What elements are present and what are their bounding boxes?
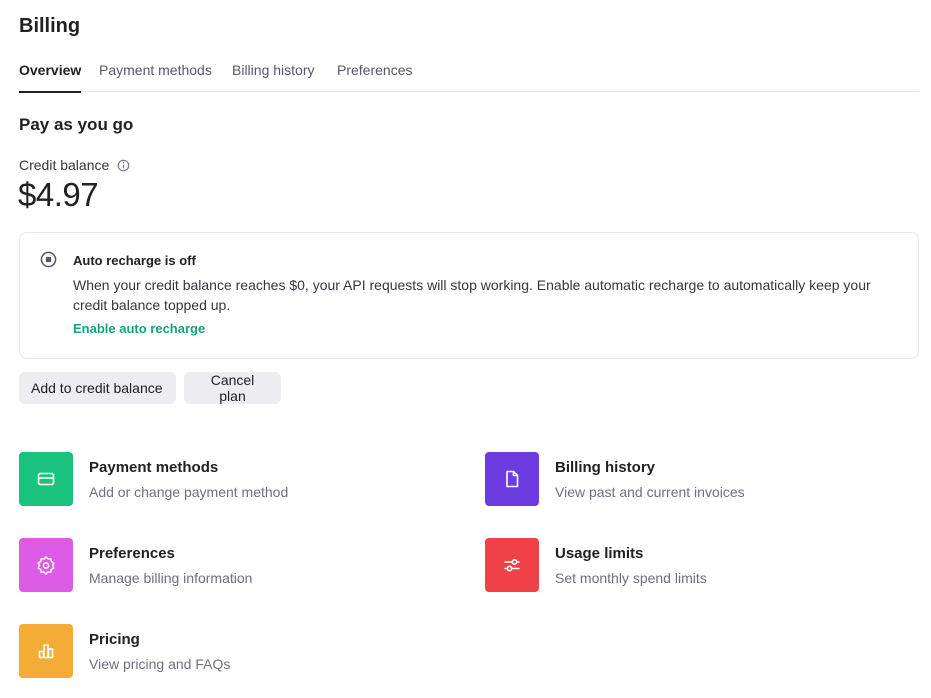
billing-history-card[interactable]: Billing history View past and current in… [485, 452, 885, 506]
credit-balance-label: Credit balance [19, 157, 130, 173]
pricing-title: Pricing [89, 631, 140, 648]
usage-limits-subtitle: Set monthly spend limits [555, 570, 707, 586]
usage-limits-card[interactable]: Usage limits Set monthly spend limits [485, 538, 885, 592]
usage-limits-title: Usage limits [555, 545, 644, 562]
info-icon[interactable] [117, 159, 130, 172]
billing-tabs: Overview Payment methods Billing history… [19, 62, 919, 93]
billing-history-tile [485, 452, 539, 506]
usage-limits-tile [485, 538, 539, 592]
document-icon [506, 470, 519, 488]
credit-balance-amount: $4.97 [18, 176, 99, 213]
payment-methods-card[interactable]: Payment methods Add or change payment me… [19, 452, 419, 506]
pricing-tile [19, 624, 73, 678]
auto-recharge-notice: Auto recharge is off When your credit ba… [19, 232, 919, 359]
preferences-card[interactable]: Preferences Manage billing information [19, 538, 419, 592]
tab-preferences[interactable]: Preferences [337, 62, 412, 92]
enable-auto-recharge-link[interactable]: Enable auto recharge [73, 321, 205, 336]
preferences-tile [19, 538, 73, 592]
payment-methods-tile [19, 452, 73, 506]
sliders-icon [504, 559, 520, 572]
pricing-card[interactable]: Pricing View pricing and FAQs [19, 624, 419, 678]
credit-card-icon [37, 472, 55, 486]
pricing-subtitle: View pricing and FAQs [89, 656, 231, 672]
preferences-title: Preferences [89, 545, 175, 562]
page-title: Billing [19, 15, 81, 37]
chart-icon [38, 644, 54, 659]
preferences-subtitle: Manage billing information [89, 570, 253, 586]
payment-methods-title: Payment methods [89, 459, 219, 476]
add-credit-button[interactable]: Add to credit balance [19, 372, 176, 404]
gear-icon [37, 556, 55, 575]
plan-title: Pay as you go [19, 115, 134, 134]
notice-body: When your credit balance reaches $0, you… [73, 277, 871, 313]
billing-history-title: Billing history [555, 459, 656, 476]
stop-circle-icon [40, 251, 57, 268]
credit-balance-label-text: Credit balance [19, 157, 110, 173]
tab-billing-history[interactable]: Billing history [232, 62, 314, 92]
notice-title: Auto recharge is off [73, 253, 196, 268]
cancel-plan-button[interactable]: Cancel plan [184, 372, 281, 404]
payment-methods-subtitle: Add or change payment method [89, 484, 289, 500]
tab-payment-methods[interactable]: Payment methods [99, 62, 212, 92]
billing-history-subtitle: View past and current invoices [555, 484, 745, 500]
tab-overview[interactable]: Overview [19, 62, 82, 93]
